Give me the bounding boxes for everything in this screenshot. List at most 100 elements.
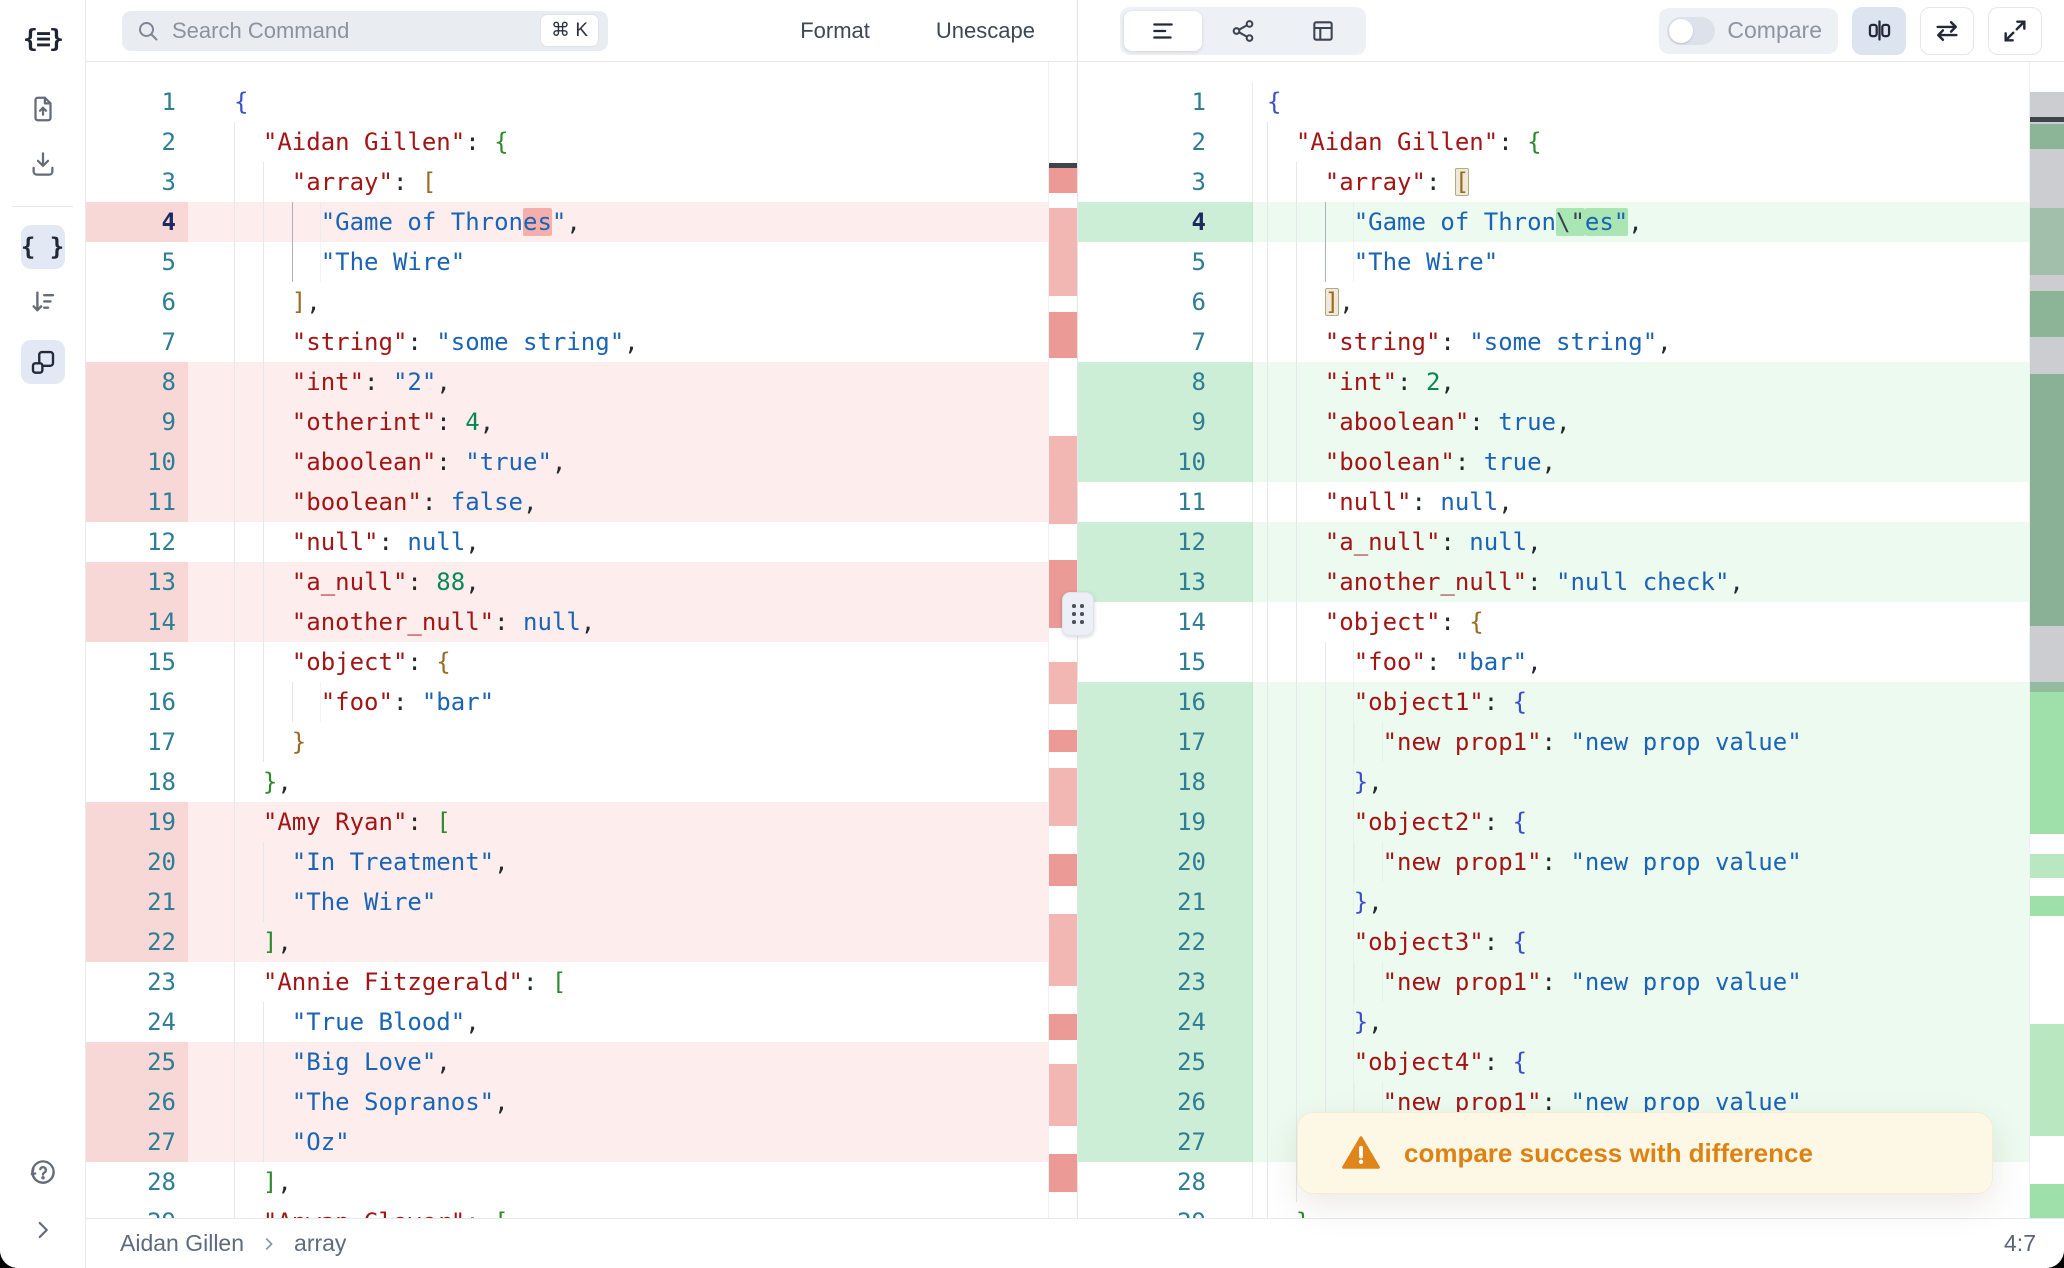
code-line[interactable]: 15 "foo": "bar", [1078,642,2030,682]
code-line[interactable]: 1{ [86,82,1049,122]
code-line[interactable]: 12 "null": null, [86,522,1049,562]
left-overview-ruler[interactable] [1048,62,1077,1218]
diff-compare-icon [1868,20,1890,41]
code-line[interactable]: 20 "new prop1": "new prop value" [1078,842,2030,882]
code-line[interactable]: 16 "object1": { [1078,682,2030,722]
toast-notification[interactable]: compare success with difference [1297,1112,1993,1194]
code-line[interactable]: 15 "object": { [86,642,1049,682]
unescape-button[interactable]: Unescape [930,17,1041,45]
tab-table-view[interactable] [1284,11,1362,51]
code-line[interactable]: 21 "The Wire" [86,882,1049,922]
code-line[interactable]: 10 "aboolean": "true", [86,442,1049,482]
code-line[interactable]: 17 "new prop1": "new prop value" [1078,722,2030,762]
code-line[interactable]: 4 "Game of Thrones", [86,202,1049,242]
code-line[interactable]: 14 "another_null": null, [86,602,1049,642]
diff-mark [1049,854,1077,886]
code-line[interactable]: 11 "boolean": false, [86,482,1049,522]
search-input[interactable] [170,16,532,45]
code-line[interactable]: 19 "object2": { [1078,802,2030,842]
tab-text-view[interactable] [1124,10,1202,51]
code-line[interactable]: 7 "string": "some string", [86,322,1049,362]
app-logo: {≡} [21,16,65,60]
code-line[interactable]: 2 "Aidan Gillen": { [86,122,1049,162]
help-button[interactable] [21,1150,65,1194]
diff-compare-button[interactable] [1852,6,1906,55]
compare-toggle[interactable] [1667,16,1716,45]
scrollbar-thumb[interactable] [2030,92,2064,692]
left-editor-viewport[interactable]: 1{2 "Aidan Gillen": {3 "array": [4 "Game… [86,62,1077,1218]
code-line[interactable]: 9 "otherint": 4, [86,402,1049,442]
code-line[interactable]: 27 "Oz" [86,1122,1049,1162]
code-line[interactable]: 10 "boolean": true, [1078,442,2030,482]
text-view-icon [1153,22,1173,39]
line-number: 19 [1078,802,1253,842]
code-line[interactable]: 1{ [1078,82,2030,122]
diff-mark [1049,1014,1077,1040]
code-line[interactable]: 8 "int": 2, [1078,362,2030,402]
code-line[interactable]: 16 "foo": "bar" [86,682,1049,722]
swap-sides-button[interactable] [1920,6,1974,55]
line-number: 27 [86,1122,188,1162]
line-number: 28 [1078,1162,1253,1202]
code-line[interactable]: 25 "object4": { [1078,1042,2030,1082]
diff-mark [1049,167,1077,193]
code-line[interactable]: 2 "Aidan Gillen": { [1078,122,2030,162]
code-line[interactable]: 13 "a_null": 88, [86,562,1049,602]
code-line[interactable]: 18 }, [1078,762,2030,802]
search-command-box[interactable]: ⌘ K [122,10,608,51]
toast-message: compare success with difference [1404,1137,1813,1168]
code-line[interactable]: 21 }, [1078,882,2030,922]
collapse-sidebar-button[interactable] [21,1208,65,1252]
code-line[interactable]: 8 "int": "2", [86,362,1049,402]
code-line[interactable]: 24 "True Blood", [86,1002,1049,1042]
code-line[interactable]: 6 ], [86,282,1049,322]
warning-icon [1342,1136,1380,1169]
line-number: 22 [86,922,188,962]
code-line[interactable]: 4 "Game of Thron\"es", [1078,202,2030,242]
line-number: 1 [161,88,176,116]
viewport-position-bar [1049,163,1077,168]
code-line[interactable]: 11 "null": null, [1078,482,2030,522]
divider-drag-handle[interactable] [1062,592,1094,636]
code-line[interactable]: 18 }, [86,762,1049,802]
code-line[interactable]: 29 "Anwan Glover": [ [86,1202,1049,1218]
code-line[interactable]: 17 } [86,722,1049,762]
code-line[interactable]: 3 "array": [ [86,162,1049,202]
code-line[interactable]: 25 "Big Love", [86,1042,1049,1082]
code-line[interactable]: 5 "The Wire" [86,242,1049,282]
fullscreen-button[interactable] [1988,6,2042,55]
code-line[interactable]: 22 "object3": { [1078,922,2030,962]
breadcrumb-key[interactable]: array [294,1230,346,1257]
sort-button[interactable] [21,280,65,324]
code-line[interactable]: 7 "string": "some string", [1078,322,2030,362]
diff-mark [1049,768,1077,826]
breadcrumb-root[interactable]: Aidan Gillen [120,1230,244,1257]
code-line[interactable]: 20 "In Treatment", [86,842,1049,882]
code-line[interactable]: 19 "Amy Ryan": [ [86,802,1049,842]
compare-mode-button[interactable] [20,340,65,384]
braces-view-button[interactable]: { } [20,225,65,269]
code-line[interactable]: 23 "Annie Fitzgerald": [ [86,962,1049,1002]
line-number: 16 [1078,682,1253,722]
sidebar: {≡} { } [0,0,86,1268]
code-line[interactable]: 14 "object": { [1078,602,2030,642]
code-line[interactable]: 23 "new prop1": "new prop value" [1078,962,2030,1002]
upload-file-button[interactable] [21,87,65,131]
code-line[interactable]: 6 ], [1078,282,2030,322]
code-line[interactable]: 13 "another_null": "null check", [1078,562,2030,602]
code-line[interactable]: 26 "The Sopranos", [86,1082,1049,1122]
download-button[interactable] [21,142,65,186]
code-line[interactable]: 9 "aboolean": true, [1078,402,2030,442]
code-line[interactable]: 22 ], [86,922,1049,962]
code-line[interactable]: 24 }, [1078,1002,2030,1042]
tab-graph-view[interactable] [1204,11,1282,51]
right-editor-viewport[interactable]: 1{2 "Aidan Gillen": {3 "array": [4 "Game… [1078,62,2064,1218]
format-button[interactable]: Format [794,17,876,45]
line-number: 10 [1078,442,1253,482]
code-line[interactable]: 28 ], [86,1162,1049,1202]
right-overview-ruler[interactable] [2029,62,2064,1218]
code-line[interactable]: 3 "array": [ [1078,162,2030,202]
code-line[interactable]: 29 } [1078,1202,2030,1218]
code-line[interactable]: 5 "The Wire" [1078,242,2030,282]
code-line[interactable]: 12 "a_null": null, [1078,522,2030,562]
